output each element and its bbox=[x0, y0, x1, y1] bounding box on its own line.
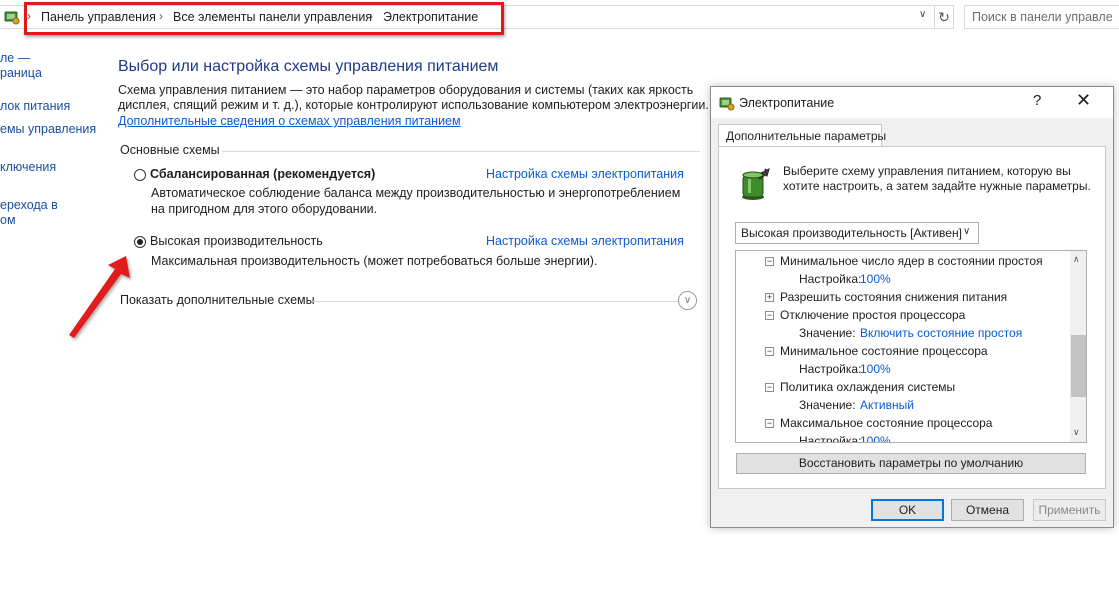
show-more-plans[interactable]: Показать дополнительные схемы bbox=[120, 293, 315, 307]
plan-settings-link-high-performance[interactable]: Настройка схемы электропитания bbox=[486, 234, 684, 248]
tree-node-label: Политика охлаждения системы bbox=[780, 380, 956, 394]
page-title: Выбор или настройка схемы управления пит… bbox=[118, 58, 499, 75]
plan-description: на пригодном для этого оборудовании. bbox=[151, 202, 378, 216]
collapse-icon[interactable]: − bbox=[765, 347, 774, 356]
radio-high-performance[interactable] bbox=[134, 236, 146, 248]
plan-description: Максимальная производительность (может п… bbox=[151, 254, 598, 268]
address-bar: › Панель управления › Все элементы панел… bbox=[0, 0, 1119, 36]
tree-value-key: Настройка: bbox=[799, 272, 862, 286]
dialog-intro-line: хотите настроить, а затем задайте нужные… bbox=[783, 179, 1091, 193]
refresh-icon: ↻ bbox=[938, 9, 950, 25]
left-nav-item[interactable]: ом bbox=[0, 213, 16, 227]
scrollbar-thumb[interactable] bbox=[1071, 335, 1086, 397]
highlight-frame bbox=[24, 2, 504, 35]
address-dropdown-icon[interactable]: ∨ bbox=[919, 9, 926, 20]
dialog-titlebar[interactable]: Электропитание ? ✕ bbox=[711, 87, 1113, 118]
left-nav-item[interactable]: ле — bbox=[0, 51, 30, 65]
tree-value-key: Значение: bbox=[799, 398, 856, 412]
power-options-icon bbox=[719, 97, 735, 111]
settings-tree[interactable]: − Минимальное число ядер в состоянии прос… bbox=[735, 250, 1087, 443]
apply-button[interactable]: Применить bbox=[1033, 499, 1106, 521]
collapse-icon[interactable]: − bbox=[765, 257, 774, 266]
expand-button[interactable]: ∨ bbox=[678, 291, 697, 310]
description-line: дисплея, спящий режим и т. д.), которые … bbox=[118, 98, 709, 112]
refresh-button[interactable]: ↻ bbox=[934, 5, 954, 29]
section-divider bbox=[313, 301, 678, 302]
left-nav-item[interactable]: ерехода в bbox=[0, 198, 58, 212]
dialog-title: Электропитание bbox=[739, 96, 835, 110]
more-info-link[interactable]: Дополнительные сведения о схемах управле… bbox=[118, 114, 461, 128]
plan-description: Автоматическое соблюдение баланса между … bbox=[151, 186, 681, 200]
tree-node-label: Максимальное состояние процессора bbox=[780, 416, 993, 430]
description-line: Схема управления питанием — это набор па… bbox=[118, 83, 694, 97]
section-label: Основные схемы bbox=[120, 143, 220, 157]
collapse-icon[interactable]: − bbox=[765, 311, 774, 320]
tree-node-label: Разрешить состояния снижения питания bbox=[780, 290, 1008, 304]
tree-node-label: Минимальное число ядер в состоянии прост… bbox=[780, 254, 1043, 268]
cancel-button[interactable]: Отмена bbox=[951, 499, 1024, 521]
left-nav-item[interactable]: лок питания bbox=[0, 99, 70, 113]
plan-name-high-performance[interactable]: Высокая производительность bbox=[150, 234, 323, 248]
plan-select-value: Высокая производительность [Активен] bbox=[741, 226, 962, 240]
restore-defaults-button[interactable]: Восстановить параметры по умолчанию bbox=[736, 453, 1086, 474]
search-placeholder: Поиск в панели управле bbox=[972, 10, 1113, 24]
tree-value-key: Настройка: bbox=[799, 434, 862, 443]
plan-settings-link-balanced[interactable]: Настройка схемы электропитания bbox=[486, 167, 684, 181]
tree-node-label: Минимальное состояние процессора bbox=[780, 344, 988, 358]
scroll-up-icon[interactable]: ∧ bbox=[1073, 254, 1080, 265]
tree-value[interactable]: 100% bbox=[860, 434, 891, 442]
radio-selected-dot bbox=[137, 239, 143, 245]
left-nav-item[interactable]: ключения bbox=[0, 160, 56, 174]
power-options-dialog: Электропитание ? ✕ Дополнительные параме… bbox=[710, 86, 1114, 528]
tree-value-key: Настройка: bbox=[799, 362, 862, 376]
dialog-intro-line: Выберите схему управления питанием, кото… bbox=[783, 164, 1071, 178]
help-button[interactable]: ? bbox=[1033, 92, 1041, 109]
section-divider bbox=[222, 151, 700, 152]
radio-balanced[interactable] bbox=[134, 169, 146, 181]
expand-icon[interactable]: + bbox=[765, 293, 774, 302]
plan-name-balanced[interactable]: Сбалансированная (рекомендуется) bbox=[150, 167, 375, 181]
tree-node-label: Отключение простоя процессора bbox=[780, 308, 966, 322]
tree-value-key: Значение: bbox=[799, 326, 856, 340]
chevron-down-icon: ∨ bbox=[683, 295, 692, 306]
battery-icon bbox=[742, 168, 770, 200]
ok-button[interactable]: OK bbox=[871, 499, 944, 521]
collapse-icon[interactable]: − bbox=[765, 419, 774, 428]
tab-label: Дополнительные параметры bbox=[726, 129, 887, 143]
chevron-down-icon: ∨ bbox=[963, 226, 971, 237]
tree-value[interactable]: Активный bbox=[860, 398, 914, 412]
left-nav-item[interactable]: раница bbox=[0, 66, 42, 80]
collapse-icon[interactable]: − bbox=[765, 383, 774, 392]
left-nav-item[interactable]: емы управления bbox=[0, 122, 96, 136]
tree-value[interactable]: 100% bbox=[860, 362, 891, 376]
close-button[interactable]: ✕ bbox=[1076, 90, 1091, 111]
tree-value[interactable]: 100% bbox=[860, 272, 891, 286]
control-panel-icon bbox=[4, 11, 20, 25]
scroll-down-icon[interactable]: ∨ bbox=[1073, 427, 1080, 438]
tree-value[interactable]: Включить состояние простоя bbox=[860, 326, 1022, 340]
